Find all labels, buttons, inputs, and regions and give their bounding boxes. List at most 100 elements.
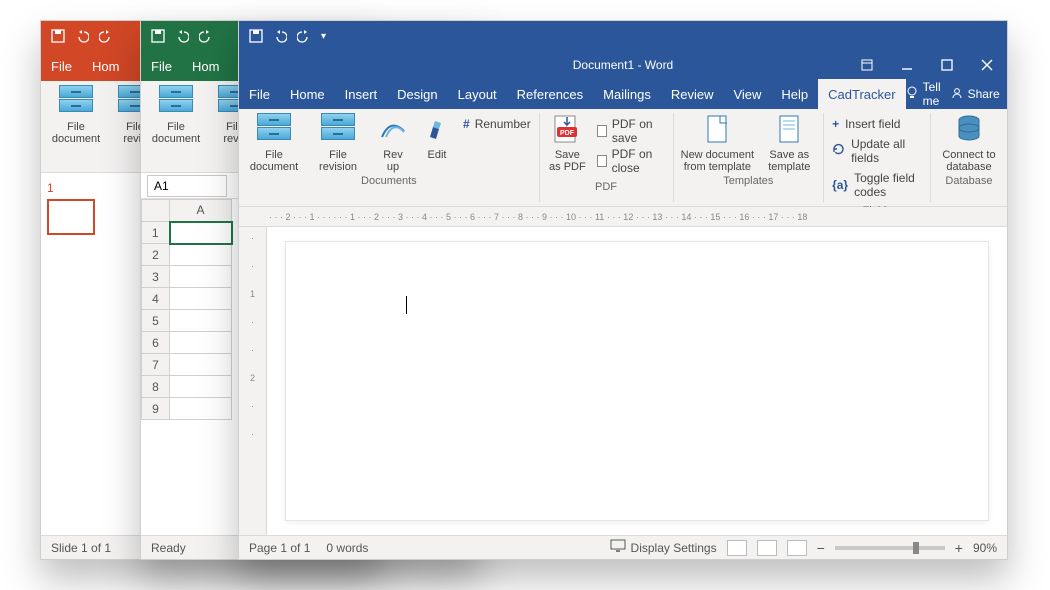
print-layout-icon[interactable] — [757, 540, 777, 556]
save-icon[interactable] — [249, 29, 263, 43]
edit-button[interactable]: Edit — [419, 113, 455, 161]
status-page[interactable]: Page 1 of 1 — [249, 541, 310, 555]
xl-cell[interactable] — [170, 288, 232, 310]
zoom-in-icon[interactable]: + — [955, 540, 963, 556]
pp-file-document-label: File document — [52, 121, 100, 145]
undo-icon[interactable] — [273, 29, 287, 43]
update-all-fields-button[interactable]: Update all fields — [832, 137, 922, 165]
grp-documents: File document File revision Rev up Edit — [239, 109, 539, 206]
xl-cell[interactable] — [170, 376, 232, 398]
rev-up-icon — [376, 113, 410, 147]
wd-horizontal-ruler[interactable]: · · · 2 · · · 1 · · · · · · 1 · · · 2 · … — [239, 207, 1007, 227]
pp-status-text: Slide 1 of 1 — [51, 541, 111, 555]
file-document-button[interactable]: File document — [245, 113, 303, 173]
xl-cell[interactable] — [170, 332, 232, 354]
xl-col-header[interactable]: A — [170, 200, 232, 222]
read-mode-icon[interactable] — [727, 540, 747, 556]
wd-tab-help[interactable]: Help — [771, 79, 818, 109]
xl-name-box[interactable]: A1 — [147, 175, 227, 197]
xl-tab-home[interactable]: Hom — [182, 51, 229, 81]
wd-editor: · · 1 · · 2 · · — [239, 227, 1007, 535]
xl-file-document-button[interactable]: File document — [147, 85, 205, 145]
pp-file-document-button[interactable]: File document — [47, 85, 105, 145]
toggle-field-codes-button[interactable]: {a}Toggle field codes — [832, 171, 922, 199]
status-words[interactable]: 0 words — [326, 541, 368, 555]
file-revision-button[interactable]: File revision — [309, 113, 367, 173]
checkbox-icon — [597, 155, 606, 167]
rev-up-button[interactable]: Rev up — [373, 113, 413, 173]
xl-cell[interactable] — [170, 354, 232, 376]
wd-tab-file[interactable]: File — [239, 79, 280, 109]
xl-tab-file[interactable]: File — [141, 51, 182, 81]
maximize-icon[interactable] — [927, 51, 967, 79]
wd-tab-view[interactable]: View — [723, 79, 771, 109]
xl-cell[interactable] — [170, 310, 232, 332]
redo-icon[interactable] — [199, 29, 213, 43]
web-layout-icon[interactable] — [787, 540, 807, 556]
connect-to-database-button[interactable]: Connect to database — [937, 113, 1001, 173]
wd-tab-insert[interactable]: Insert — [335, 79, 388, 109]
xl-cell[interactable] — [170, 266, 232, 288]
qat-dropdown-icon[interactable]: ▾ — [321, 31, 326, 42]
xl-row-header[interactable]: 6 — [142, 332, 170, 354]
wd-tab-references[interactable]: References — [507, 79, 593, 109]
undo-icon[interactable] — [75, 29, 89, 43]
zoom-slider[interactable] — [835, 546, 945, 550]
wd-tab-review[interactable]: Review — [661, 79, 724, 109]
xl-row-header[interactable]: 2 — [142, 244, 170, 266]
zoom-knob-icon[interactable] — [913, 542, 919, 554]
grp-database: Connect to database Database — [931, 109, 1007, 206]
pdf-on-save-checkbox[interactable]: PDF on save — [597, 117, 664, 145]
xl-row-header[interactable]: 7 — [142, 354, 170, 376]
wd-tab-design[interactable]: Design — [387, 79, 447, 109]
wd-page[interactable] — [285, 241, 989, 521]
xl-row-header[interactable]: 8 — [142, 376, 170, 398]
wd-tab-cadtracker[interactable]: CadTracker — [818, 79, 905, 109]
save-icon[interactable] — [151, 29, 165, 43]
pp-tab-home[interactable]: Hom — [82, 51, 129, 81]
pdf-on-close-checkbox[interactable]: PDF on close — [597, 147, 664, 175]
share-button[interactable]: Share — [951, 87, 1000, 102]
wd-tab-mailings[interactable]: Mailings — [593, 79, 661, 109]
close-icon[interactable] — [967, 51, 1007, 79]
renumber-button[interactable]: # Renumber — [461, 113, 533, 135]
xl-cell[interactable] — [170, 398, 232, 420]
grp-templates: New document from template Save as templ… — [673, 109, 823, 206]
display-settings-button[interactable]: Display Settings — [610, 539, 717, 556]
wd-tab-home[interactable]: Home — [280, 79, 335, 109]
tell-me-button[interactable]: Tell me — [906, 80, 941, 108]
xl-cell-a1[interactable] — [170, 222, 232, 244]
word-window: ▾ Document1 - Word File Home Insert Desi… — [238, 20, 1008, 560]
save-as-pdf-button[interactable]: PDF Save as PDF — [545, 113, 589, 173]
xl-row-header[interactable]: 9 — [142, 398, 170, 420]
xl-row-header[interactable]: 4 — [142, 288, 170, 310]
minimize-icon[interactable] — [887, 51, 927, 79]
wd-vertical-ruler[interactable]: · · 1 · · 2 · · — [239, 227, 267, 535]
pp-tab-file[interactable]: File — [41, 51, 82, 81]
wd-statusbar: Page 1 of 1 0 words Display Settings − +… — [239, 535, 1007, 559]
pencil-icon — [420, 113, 454, 147]
zoom-out-icon[interactable]: − — [817, 540, 825, 556]
ribbon-options-icon[interactable] — [847, 51, 887, 79]
xl-row-header[interactable]: 3 — [142, 266, 170, 288]
refresh-icon — [832, 143, 845, 159]
insert-field-button[interactable]: +Insert field — [832, 117, 922, 131]
undo-icon[interactable] — [175, 29, 189, 43]
save-icon[interactable] — [51, 29, 65, 43]
xl-grid[interactable]: A 1 2 3 4 5 6 7 8 9 — [141, 199, 233, 420]
checkbox-icon — [597, 125, 607, 137]
plus-icon: + — [832, 117, 839, 131]
zoom-level[interactable]: 90% — [973, 541, 997, 555]
xl-row-header[interactable]: 5 — [142, 310, 170, 332]
redo-icon[interactable] — [297, 29, 311, 43]
save-as-template-button[interactable]: Save as template — [761, 113, 817, 173]
hash-icon: # — [463, 117, 470, 131]
wd-tab-layout[interactable]: Layout — [448, 79, 507, 109]
redo-icon[interactable] — [99, 29, 113, 43]
grp-database-label: Database — [945, 175, 992, 187]
xl-row-header[interactable]: 1 — [142, 222, 170, 244]
wd-ribbon: File document File revision Rev up Edit — [239, 109, 1007, 207]
pp-slide-thumbnail[interactable] — [47, 199, 95, 235]
new-from-template-button[interactable]: New document from template — [679, 113, 755, 173]
xl-cell[interactable] — [170, 244, 232, 266]
